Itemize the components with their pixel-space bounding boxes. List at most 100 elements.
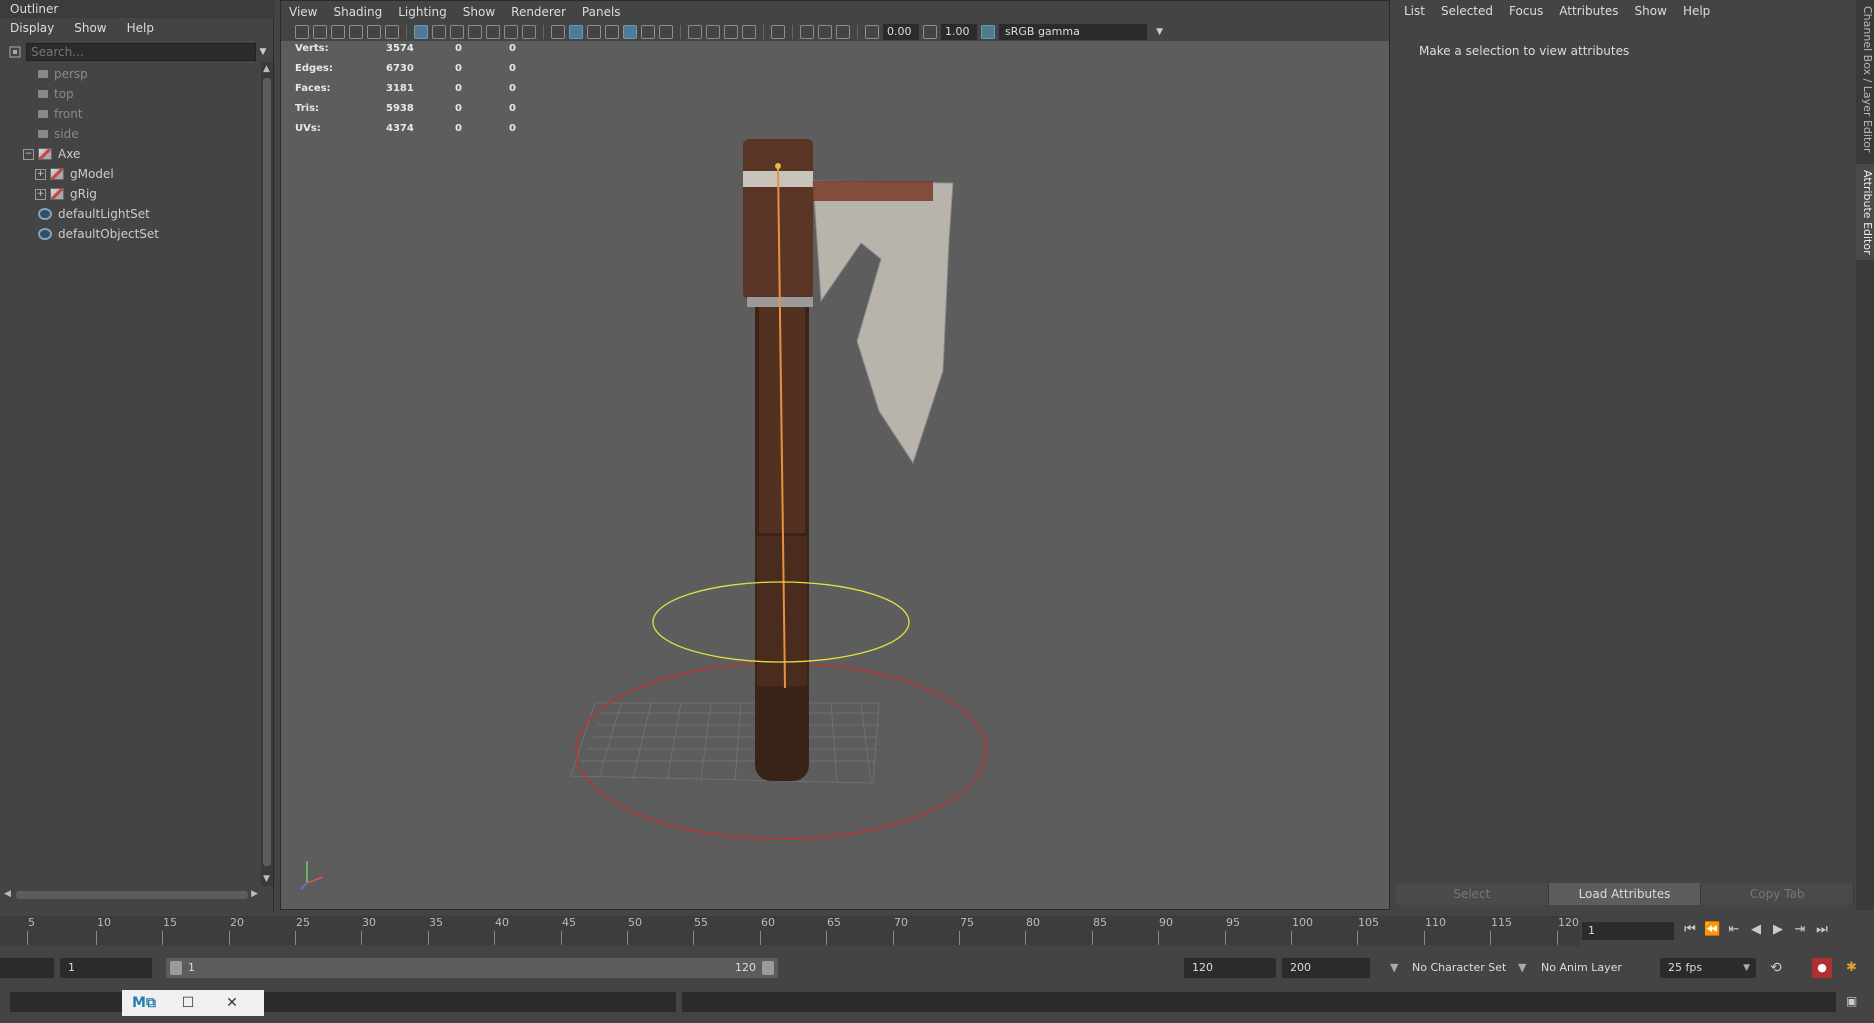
smooth-shade-icon[interactable] xyxy=(569,25,583,39)
scroll-down-icon[interactable]: ▼ xyxy=(263,874,270,884)
select-button[interactable]: Select xyxy=(1396,883,1549,905)
use-all-lights-icon[interactable] xyxy=(641,25,655,39)
anim-end-field[interactable]: 200 xyxy=(1282,958,1370,978)
anim-layer-dropdown[interactable]: No Anim Layer xyxy=(1541,958,1622,978)
tab-attribute-editor[interactable]: Attribute Editor xyxy=(1856,164,1874,260)
chevron-down-icon[interactable]: ▼ xyxy=(1156,24,1163,40)
auto-key-icon[interactable]: ● xyxy=(1812,958,1832,978)
outliner-vertical-scrollbar[interactable]: ▲ ▼ xyxy=(261,62,273,886)
menu-help[interactable]: Help xyxy=(117,21,164,35)
tree-item-front[interactable]: front xyxy=(38,104,83,124)
range-blank-field[interactable] xyxy=(0,958,54,978)
outliner-horizontal-scrollbar[interactable]: ◀ ▶ xyxy=(4,888,258,902)
go-to-end-icon[interactable]: ⏭ xyxy=(1814,922,1830,937)
gate-mask-icon[interactable] xyxy=(468,25,482,39)
depth-of-field-icon[interactable] xyxy=(742,25,756,39)
script-editor-icon[interactable]: ▣ xyxy=(1846,994,1857,1008)
mel-command-input[interactable] xyxy=(10,992,676,1012)
color-management-icon[interactable] xyxy=(981,25,995,39)
menu-attributes[interactable]: Attributes xyxy=(1551,4,1626,18)
menu-help[interactable]: Help xyxy=(1675,4,1718,18)
viewport-scene[interactable]: Verts: 3574 0 0 Edges: 6730 0 0 Faces: 3… xyxy=(281,41,1389,909)
xray-active-components-icon[interactable] xyxy=(818,25,832,39)
current-frame-field[interactable]: 1 xyxy=(1582,922,1674,940)
step-back-frame-icon[interactable]: ⇤ xyxy=(1726,922,1742,937)
safe-title-icon[interactable] xyxy=(522,25,536,39)
expand-icon[interactable]: + xyxy=(35,188,46,200)
xray-joints-icon[interactable] xyxy=(836,25,850,39)
menu-show[interactable]: Show xyxy=(1627,4,1675,18)
tree-item-defaultobjectset[interactable]: defaultObjectSet xyxy=(38,224,159,244)
menu-show[interactable]: Show xyxy=(64,21,116,35)
close-icon[interactable]: ✕ xyxy=(210,995,254,1011)
motion-blur-icon[interactable] xyxy=(706,25,720,39)
tree-item-persp[interactable]: persp xyxy=(38,64,88,84)
range-end-field[interactable]: 120 xyxy=(1184,958,1276,978)
tree-item-axe[interactable]: − Axe xyxy=(23,144,80,164)
chevron-down-icon[interactable]: ▼ xyxy=(1390,958,1398,978)
xray-icon[interactable] xyxy=(800,25,814,39)
tree-item-grig[interactable]: + gRig xyxy=(35,184,97,204)
range-start-field[interactable]: 1 xyxy=(60,958,152,978)
image-plane-icon[interactable] xyxy=(349,25,363,39)
fps-dropdown[interactable]: 25 fps ▼ xyxy=(1660,958,1756,978)
tree-item-defaultlightset[interactable]: defaultLightSet xyxy=(38,204,150,224)
chevron-down-icon[interactable]: ▼ xyxy=(1518,958,1526,978)
scrollbar-thumb[interactable] xyxy=(16,891,248,899)
menu-selected[interactable]: Selected xyxy=(1433,4,1501,18)
play-backward-icon[interactable]: ◀ xyxy=(1748,922,1764,937)
gamma-field[interactable]: 1.00 xyxy=(941,24,977,40)
tree-item-gmodel[interactable]: + gModel xyxy=(35,164,114,184)
range-slider-right-handle[interactable] xyxy=(762,961,774,975)
preferences-icon[interactable]: ✱ xyxy=(1846,958,1857,978)
menu-renderer[interactable]: Renderer xyxy=(503,5,574,19)
bookmark-icon[interactable] xyxy=(331,25,345,39)
collapse-icon[interactable]: − xyxy=(23,148,34,160)
menu-shading[interactable]: Shading xyxy=(325,5,390,19)
anti-aliasing-icon[interactable] xyxy=(724,25,738,39)
menu-display[interactable]: Display xyxy=(0,21,64,35)
character-set-dropdown[interactable]: No Character Set xyxy=(1412,958,1506,978)
step-back-key-icon[interactable]: ⏪ xyxy=(1704,922,1720,937)
default-material-icon[interactable] xyxy=(587,25,601,39)
exposure-icon[interactable] xyxy=(865,25,879,39)
time-slider-track[interactable]: 5 10 15 20 25 30 35 40 45 50 55 60 65 70… xyxy=(0,916,1580,946)
gamma-icon[interactable] xyxy=(923,25,937,39)
step-forward-key-icon[interactable]: ⇥ xyxy=(1792,922,1808,937)
time-slider[interactable]: 5 10 15 20 25 30 35 40 45 50 55 60 65 70… xyxy=(0,912,1874,950)
menu-view[interactable]: View xyxy=(281,5,325,19)
menu-panels[interactable]: Panels xyxy=(574,5,629,19)
menu-list[interactable]: List xyxy=(1396,4,1433,18)
wireframe-icon[interactable] xyxy=(551,25,565,39)
tab-channel-box[interactable]: Channel Box / Layer Editor xyxy=(1856,4,1874,154)
scroll-left-icon[interactable]: ◀ xyxy=(4,889,11,899)
menu-show[interactable]: Show xyxy=(455,5,503,19)
maya-restore-icon[interactable]: M⧉ xyxy=(122,995,166,1011)
grease-pencil-icon[interactable] xyxy=(385,25,399,39)
expand-icon[interactable]: + xyxy=(35,168,46,180)
range-slider[interactable]: 1 120 xyxy=(166,958,778,978)
wireframe-on-shaded-icon[interactable] xyxy=(605,25,619,39)
scrollbar-thumb[interactable] xyxy=(263,78,271,866)
field-chart-icon[interactable] xyxy=(486,25,500,39)
camera-attributes-icon[interactable] xyxy=(313,25,327,39)
tree-item-side[interactable]: side xyxy=(38,124,79,144)
loop-icon[interactable]: ⟲ xyxy=(1770,958,1782,978)
2d-pan-zoom-icon[interactable] xyxy=(367,25,381,39)
maximize-icon[interactable]: ☐ xyxy=(166,995,210,1011)
play-forward-icon[interactable]: ▶ xyxy=(1770,922,1786,937)
go-to-start-icon[interactable]: ⏮ xyxy=(1682,922,1698,937)
shadows-icon[interactable] xyxy=(659,25,673,39)
load-attributes-button[interactable]: Load Attributes xyxy=(1548,883,1702,905)
filter-icon[interactable] xyxy=(4,42,26,62)
color-space-dropdown[interactable]: sRGB gamma ▼ xyxy=(999,24,1163,40)
scroll-up-icon[interactable]: ▲ xyxy=(263,64,270,74)
isolate-select-icon[interactable] xyxy=(771,25,785,39)
screen-space-ao-icon[interactable] xyxy=(688,25,702,39)
textured-icon[interactable] xyxy=(623,25,637,39)
grid-icon[interactable] xyxy=(414,25,428,39)
chevron-down-icon[interactable]: ▼ xyxy=(1743,958,1750,978)
menu-lighting[interactable]: Lighting xyxy=(390,5,455,19)
menu-focus[interactable]: Focus xyxy=(1501,4,1551,18)
chevron-down-icon[interactable]: ▼ xyxy=(256,43,270,61)
